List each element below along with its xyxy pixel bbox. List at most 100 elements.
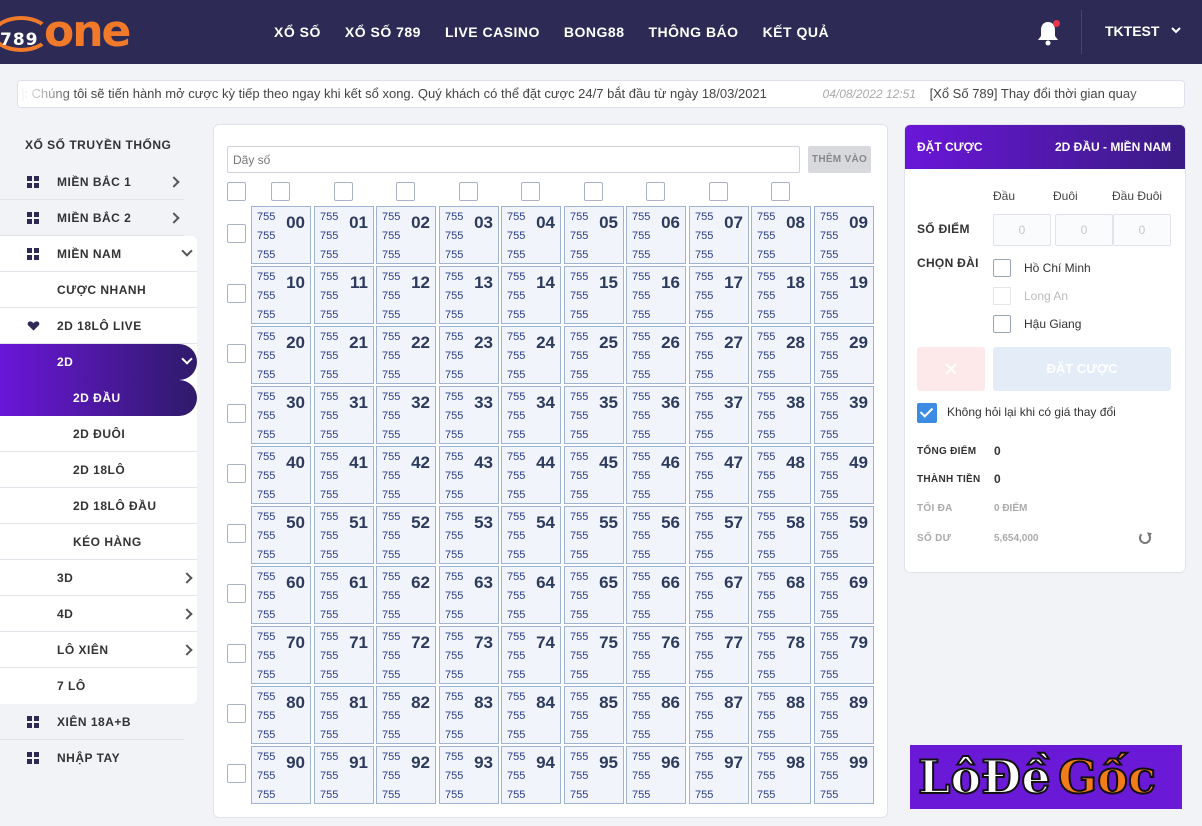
sidebar-item-2d-18lo[interactable]: 2D 18LÔ <box>0 452 197 488</box>
row-checkbox[interactable] <box>227 464 246 483</box>
number-cell[interactable]: 755 755 755 94 <box>501 746 561 804</box>
nav-xo-so[interactable]: XỔ SỐ <box>274 24 321 40</box>
number-cell[interactable]: 755 755 755 71 <box>314 626 374 684</box>
number-cell[interactable]: 755 755 755 16 <box>626 266 686 324</box>
nav-xo-so-789[interactable]: XỔ SỐ 789 <box>345 24 421 40</box>
sidebar-item-2d[interactable]: 2D <box>0 344 197 380</box>
number-cell[interactable]: 755 755 755 02 <box>376 206 436 264</box>
column-checkbox[interactable] <box>521 182 540 201</box>
number-cell[interactable]: 755 755 755 30 <box>251 386 311 444</box>
number-cell[interactable]: 755 755 755 45 <box>564 446 624 504</box>
row-checkbox[interactable] <box>227 644 246 663</box>
row-checkbox[interactable] <box>227 524 246 543</box>
number-cell[interactable]: 755 755 755 67 <box>689 566 749 624</box>
column-checkbox[interactable] <box>459 182 478 201</box>
number-cell[interactable]: 755 755 755 49 <box>814 446 874 504</box>
number-cell[interactable]: 755 755 755 48 <box>751 446 811 504</box>
sidebar-item-3d[interactable]: 3D <box>0 560 197 596</box>
select-all-checkbox[interactable] <box>227 182 246 201</box>
row-checkbox[interactable] <box>227 284 246 303</box>
number-cell[interactable]: 755 755 755 14 <box>501 266 561 324</box>
number-cell[interactable]: 755 755 755 82 <box>376 686 436 744</box>
sidebar-item-2d-18lo-dau[interactable]: 2D 18LÔ ĐẦU <box>0 488 197 524</box>
number-cell[interactable]: 755 755 755 05 <box>564 206 624 264</box>
sidebar-item-7-lo[interactable]: 7 LÔ <box>0 668 197 704</box>
number-cell[interactable]: 755 755 755 33 <box>439 386 499 444</box>
number-cell[interactable]: 755 755 755 59 <box>814 506 874 564</box>
sidebar-item-4d[interactable]: 4D <box>0 596 197 632</box>
number-cell[interactable]: 755 755 755 65 <box>564 566 624 624</box>
number-cell[interactable]: 755 755 755 88 <box>751 686 811 744</box>
number-cell[interactable]: 755 755 755 39 <box>814 386 874 444</box>
number-cell[interactable]: 755 755 755 50 <box>251 506 311 564</box>
number-cell[interactable]: 755 755 755 78 <box>751 626 811 684</box>
check-icon[interactable] <box>917 403 937 423</box>
number-cell[interactable]: 755 755 755 10 <box>251 266 311 324</box>
sidebar-item-2d-duoi[interactable]: 2D ĐUÔI <box>0 416 197 452</box>
number-cell[interactable]: 755 755 755 41 <box>314 446 374 504</box>
station-checkbox-ho-chi-minh[interactable] <box>993 259 1011 277</box>
caret-down-icon[interactable] <box>1171 27 1181 35</box>
number-cell[interactable]: 755 755 755 42 <box>376 446 436 504</box>
column-checkbox[interactable] <box>334 182 353 201</box>
number-cell[interactable]: 755 755 755 20 <box>251 326 311 384</box>
number-cell[interactable]: 755 755 755 44 <box>501 446 561 504</box>
number-cell[interactable]: 755 755 755 18 <box>751 266 811 324</box>
number-cell[interactable]: 755 755 755 91 <box>314 746 374 804</box>
nav-ket-qua[interactable]: KẾT QUẢ <box>763 24 830 40</box>
score-input-dau-duoi[interactable]: 0 <box>1113 214 1171 246</box>
number-cell[interactable]: 755 755 755 09 <box>814 206 874 264</box>
number-cell[interactable]: 755 755 755 24 <box>501 326 561 384</box>
number-cell[interactable]: 755 755 755 89 <box>814 686 874 744</box>
column-checkbox[interactable] <box>646 182 665 201</box>
number-cell[interactable]: 755 755 755 76 <box>626 626 686 684</box>
number-cell[interactable]: 755 755 755 22 <box>376 326 436 384</box>
number-cell[interactable]: 755 755 755 84 <box>501 686 561 744</box>
number-cell[interactable]: 755 755 755 31 <box>314 386 374 444</box>
number-cell[interactable]: 755 755 755 25 <box>564 326 624 384</box>
column-checkbox[interactable] <box>584 182 603 201</box>
number-cell[interactable]: 755 755 755 01 <box>314 206 374 264</box>
number-cell[interactable]: 755 755 755 07 <box>689 206 749 264</box>
number-cell[interactable]: 755 755 755 81 <box>314 686 374 744</box>
number-cell[interactable]: 755 755 755 54 <box>501 506 561 564</box>
number-cell[interactable]: 755 755 755 52 <box>376 506 436 564</box>
sidebar-item-cuoc-nhanh[interactable]: CƯỢC NHANH <box>0 272 197 308</box>
username[interactable]: TKTEST <box>1105 23 1159 39</box>
sidebar-item-mien-nam[interactable]: MIỀN NAM <box>0 236 197 272</box>
number-cell[interactable]: 755 755 755 57 <box>689 506 749 564</box>
number-cell[interactable]: 755 755 755 46 <box>626 446 686 504</box>
number-cell[interactable]: 755 755 755 69 <box>814 566 874 624</box>
number-cell[interactable]: 755 755 755 27 <box>689 326 749 384</box>
number-cell[interactable]: 755 755 755 06 <box>626 206 686 264</box>
number-cell[interactable]: 755 755 755 92 <box>376 746 436 804</box>
number-cell[interactable]: 755 755 755 63 <box>439 566 499 624</box>
row-checkbox[interactable] <box>227 584 246 603</box>
nav-bong88[interactable]: BONG88 <box>564 24 625 40</box>
row-checkbox[interactable] <box>227 344 246 363</box>
number-cell[interactable]: 755 755 755 23 <box>439 326 499 384</box>
number-cell[interactable]: 755 755 755 61 <box>314 566 374 624</box>
number-cell[interactable]: 755 755 755 00 <box>251 206 311 264</box>
column-checkbox[interactable] <box>709 182 728 201</box>
nav-thong-bao[interactable]: THÔNG BÁO <box>649 24 739 40</box>
number-cell[interactable]: 755 755 755 95 <box>564 746 624 804</box>
place-bet-button[interactable]: ĐẶT CƯỢC <box>993 347 1171 391</box>
sidebar-item-mien-bac-1[interactable]: MIỀN BẮC 1 <box>0 164 184 200</box>
nav-live-casino[interactable]: LIVE CASINO <box>445 24 540 40</box>
number-cell[interactable]: 755 755 755 85 <box>564 686 624 744</box>
number-cell[interactable]: 755 755 755 03 <box>439 206 499 264</box>
number-cell[interactable]: 755 755 755 26 <box>626 326 686 384</box>
number-cell[interactable]: 755 755 755 47 <box>689 446 749 504</box>
add-button[interactable]: THÊM VÀO <box>808 146 871 173</box>
row-checkbox[interactable] <box>227 224 246 243</box>
number-cell[interactable]: 755 755 755 53 <box>439 506 499 564</box>
number-cell[interactable]: 755 755 755 60 <box>251 566 311 624</box>
number-cell[interactable]: 755 755 755 96 <box>626 746 686 804</box>
number-cell[interactable]: 755 755 755 75 <box>564 626 624 684</box>
number-cell[interactable]: 755 755 755 64 <box>501 566 561 624</box>
column-checkbox[interactable] <box>771 182 790 201</box>
number-cell[interactable]: 755 755 755 90 <box>251 746 311 804</box>
number-cell[interactable]: 755 755 755 74 <box>501 626 561 684</box>
column-checkbox[interactable] <box>271 182 290 201</box>
